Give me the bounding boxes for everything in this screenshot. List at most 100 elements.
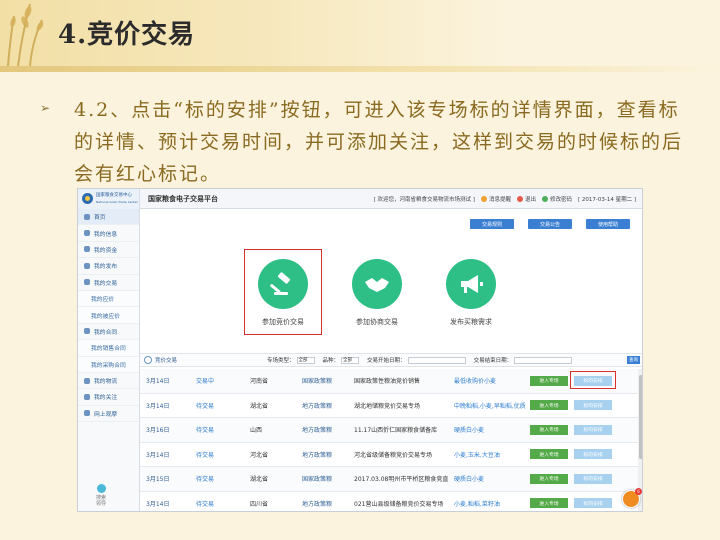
logout-link[interactable]: 退出 xyxy=(516,195,536,203)
publish-icon xyxy=(84,262,90,269)
floating-helper-icon[interactable]: 6 xyxy=(622,488,642,508)
search-bar: 竞价交易 专场类型： 全部 品种： 全部 交易开始日期： 交易结束日期： 查询 xyxy=(140,353,642,367)
scroll-thumb[interactable] xyxy=(639,375,642,459)
top-action-buttons: 交易规则 交易公告 使用帮助 xyxy=(470,219,630,229)
sidebar-item-logistics[interactable]: 我的物流 xyxy=(78,373,139,390)
slide-body-text: 4.2、点击“标的安排”按钮，可进入该专场标的详情界面，查看标的详情、预计交易时… xyxy=(74,99,684,185)
globe-icon xyxy=(96,484,106,493)
publish-demand-action[interactable]: 发布买粮需求 xyxy=(436,253,506,327)
change-password-link[interactable]: 修改密码 xyxy=(541,195,572,203)
sidebar-item-label: 我的应价 xyxy=(91,297,115,304)
handshake-icon xyxy=(352,259,402,309)
trade-rules-button[interactable]: 交易规则 xyxy=(470,219,514,229)
trade-announcement-button[interactable]: 交易公告 xyxy=(528,219,572,229)
enter-session-button[interactable]: 进入专场 xyxy=(530,473,568,484)
row-status[interactable]: 待交易 xyxy=(196,425,214,434)
platform-title: 国家粮食电子交易平台 xyxy=(148,194,218,203)
logo-english-name: National Grain Trade Center xyxy=(96,199,138,204)
sidebar-item-observe[interactable]: 网上观摩 xyxy=(78,406,139,423)
table-row: 3月14日 待交易 河北省 地方政策粮 河北省级储备粮竞价交易专场 小麦,玉米,… xyxy=(140,443,638,467)
join-negotiation-action[interactable]: 参加协商交易 xyxy=(342,253,412,327)
sidebar-item-funds[interactable]: 我的资金 xyxy=(78,242,139,259)
row-status[interactable]: 待交易 xyxy=(196,499,214,508)
row-date: 3月14日 xyxy=(146,451,170,459)
heart-icon xyxy=(84,393,90,400)
type-filter: 专场类型： 全部 xyxy=(267,356,315,364)
row-goods[interactable]: 小麦,玉米,大豆油 xyxy=(454,450,526,459)
row-province: 四川省 xyxy=(250,500,269,508)
row-goods[interactable]: 中晚籼稻,小麦,早籼稻,优质 xyxy=(454,401,526,410)
messages-label: 消息提醒 xyxy=(488,196,511,203)
row-status[interactable]: 交易中 xyxy=(196,376,214,385)
lot-arrangement-button[interactable]: 标的安排 xyxy=(574,449,612,460)
eye-icon xyxy=(84,410,90,417)
lot-arrangement-button[interactable]: 标的安排 xyxy=(574,424,612,435)
truck-icon xyxy=(84,377,90,384)
publish-demand-label: 发布买粮需求 xyxy=(450,318,492,326)
messages-link[interactable]: 消息提醒 xyxy=(480,195,511,203)
query-button[interactable]: 查询 xyxy=(627,356,640,364)
topbar-right: [ 欢迎您，河南省粮食交易物流市场测试 ] 消息提醒 退出 修改密码 [ 201… xyxy=(374,195,642,203)
row-goods[interactable]: 小麦,籼稻,菜籽油 xyxy=(454,499,526,508)
sidebar-item-follows[interactable]: 我的关注 xyxy=(78,389,139,406)
enter-session-button[interactable]: 进入专场 xyxy=(530,449,568,460)
slide-header-band: 4.竞价交易 xyxy=(0,0,720,66)
end-date-input[interactable] xyxy=(514,356,573,364)
sidebar-item-label: 首页 xyxy=(94,215,106,222)
sidebar-item-label: 我的关注 xyxy=(94,395,118,402)
sidebar-item-purchase-contracts[interactable]: 我的采购合同 xyxy=(78,356,139,373)
sidebar-item-sales-contracts[interactable]: 我的销售合同 xyxy=(78,340,139,357)
sidebar-item-publish[interactable]: 我的发布 xyxy=(78,258,139,275)
wheat-decoration-icon xyxy=(7,3,44,66)
start-date-input[interactable] xyxy=(407,356,466,364)
slide-title: 4.竞价交易 xyxy=(58,20,196,50)
logo-emblem-icon xyxy=(82,193,93,204)
sidebar-bottom-label: 搜索领导 xyxy=(96,495,107,507)
change-password-label: 修改密码 xyxy=(549,196,572,203)
sidebar-item-my-bids[interactable]: 我的应价 xyxy=(78,290,139,308)
sidebar-item-home[interactable]: 首页 xyxy=(78,209,139,226)
row-name: 021营山县级储备粮竞价交易专场 xyxy=(354,500,444,508)
end-date-label: 交易结束日期： xyxy=(473,358,513,364)
row-type: 地方政策粮 xyxy=(302,402,333,410)
type-select[interactable]: 全部 xyxy=(296,356,315,364)
app-topbar: 国家粮食交易中心 National Grain Trade Center 国家粮… xyxy=(78,189,642,209)
table-row: 3月14日 待交易 湖北省 地方政策粮 湖北地储粮竞价交易专场 中晚籼稻,小麦,… xyxy=(140,394,638,418)
auction-tab-icon xyxy=(144,356,152,364)
sidebar-item-trades[interactable]: 我的交易 xyxy=(78,275,139,291)
row-goods[interactable]: 最低收购价小麦 xyxy=(454,376,526,385)
sidebar-item-info[interactable]: 我的信息 xyxy=(78,225,139,242)
row-status[interactable]: 待交易 xyxy=(196,450,214,459)
join-negotiation-label: 参加协商交易 xyxy=(356,318,398,326)
welcome-text: [ 欢迎您，河南省粮食交易物流市场测试 ] xyxy=(373,196,475,203)
row-status[interactable]: 待交易 xyxy=(196,401,214,410)
row-province: 湖北省 xyxy=(250,402,269,410)
enter-session-button[interactable]: 进入专场 xyxy=(530,498,568,509)
wallet-icon xyxy=(84,246,90,253)
trade-icon xyxy=(84,279,90,286)
sidebar-item-contracts[interactable]: 我的合同 xyxy=(78,324,139,341)
tab-auction-trade[interactable]: 竞价交易 xyxy=(140,356,177,364)
enter-session-button[interactable]: 进入专场 xyxy=(530,400,568,411)
lot-arrangement-button[interactable]: 标的安排 xyxy=(574,473,612,484)
lot-arrangement-button[interactable]: 标的安排 xyxy=(574,498,612,509)
user-icon xyxy=(84,230,90,237)
arrangement-highlight-box xyxy=(570,371,616,389)
help-button[interactable]: 使用帮助 xyxy=(586,219,630,229)
variety-select[interactable]: 全部 xyxy=(341,356,360,364)
row-date: 3月16日 xyxy=(146,427,170,435)
current-date: [ 2017-03-14 星期二 ] xyxy=(578,196,636,203)
sidebar-item-bids-received[interactable]: 我的被应价 xyxy=(78,307,139,324)
row-type: 地方政策粮 xyxy=(302,500,333,508)
end-date-filter: 交易结束日期： xyxy=(474,356,573,364)
row-status[interactable]: 待交易 xyxy=(196,474,214,483)
app-logo[interactable]: 国家粮食交易中心 National Grain Trade Center xyxy=(78,189,140,209)
row-goods[interactable]: 硬质白小麦 xyxy=(454,474,526,483)
sidebar-bottom-widget[interactable]: 搜索领导 xyxy=(96,484,106,507)
lot-arrangement-button[interactable]: 标的安排 xyxy=(574,400,612,411)
row-name: 2017.03.08明州市平桥区粮食竞直 xyxy=(354,476,449,484)
enter-session-button[interactable]: 进入专场 xyxy=(530,424,568,435)
auction-highlight-box xyxy=(244,249,322,335)
row-goods[interactable]: 硬质白小麦 xyxy=(454,425,526,434)
enter-session-button[interactable]: 进入专场 xyxy=(530,375,568,386)
